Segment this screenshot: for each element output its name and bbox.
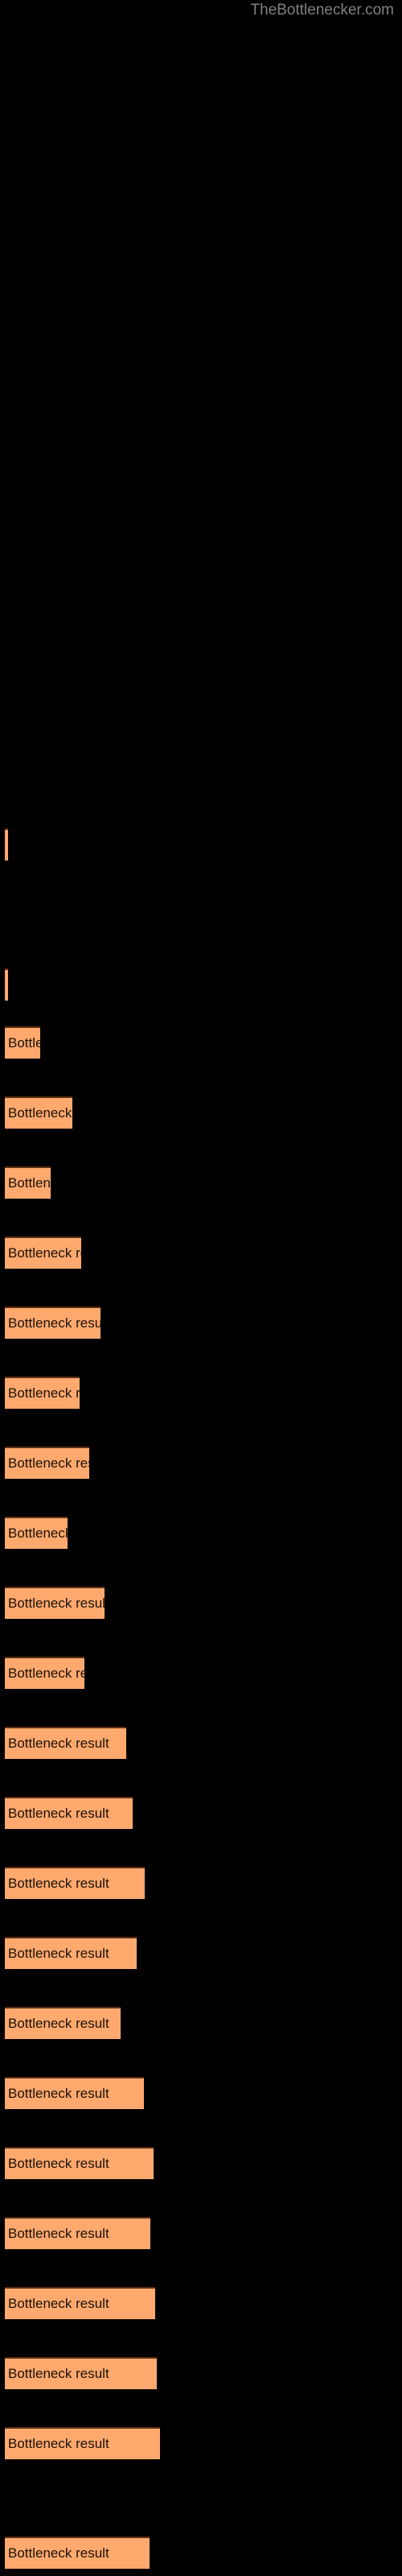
bar-row: Bottleneck result [0,1447,402,1479]
bar-row: Bottleneck result [0,1727,402,1759]
bar-row: Bottleneck result [0,2007,402,2039]
chart-bar [5,1377,80,1409]
bar-row: Bottleneck result [0,2077,402,2109]
chart-bar [5,1166,51,1199]
bar-row: Bottleneck result [0,1867,402,1899]
bar-row: Bottleneck result [0,2537,402,2569]
chart-bar [5,1657,84,1689]
bar-row: Bottleneck result [0,1307,402,1339]
bar-row [0,828,402,861]
chart-bar [5,1307,100,1339]
chart-bar [5,1727,126,1759]
chart-bar [5,1867,145,1899]
bar-row: Bottleneck result [0,1797,402,1829]
chart-bar [5,2287,155,2319]
bar-row: Bottleneck result [0,1657,402,1689]
bar-row: Bottleneck result [0,2357,402,2389]
bar-row: Bottleneck result [0,1236,402,1269]
chart-bar [5,2357,157,2389]
bar-row: Bottleneck result [0,2287,402,2319]
bar-row: Bottleneck result [0,1377,402,1409]
chart-bar [5,2427,160,2459]
bar-row: Bottleneck result [0,1026,402,1059]
chart-bar [5,1236,81,1269]
bar-row: Bottleneck result [0,2427,402,2459]
bottleneck-bar-chart: Bottleneck result Bottleneck result Bottle… [0,0,402,2576]
bar-row: Bottleneck result [0,1937,402,1969]
bar-row [0,968,402,1001]
chart-bar [5,2147,154,2179]
bar-row: Bottleneck result [0,1096,402,1129]
chart-bar [5,2217,150,2249]
chart-bar [5,1447,89,1479]
chart-bar [5,1026,40,1059]
chart-bar [5,2077,144,2109]
bar-row: Bottleneck result [0,1587,402,1619]
chart-bar [5,2007,121,2039]
chart-bar [5,968,8,1001]
bar-row: Bottleneck result [0,1517,402,1549]
bar-row: Bottleneck result [0,2147,402,2179]
chart-bar [5,1797,133,1829]
chart-bar [5,828,8,861]
chart-bar [5,1096,72,1129]
chart-bar [5,1517,68,1549]
bar-row: Bottleneck result [0,2217,402,2249]
chart-bar [5,1937,137,1969]
bar-row: Bottleneck result [0,1166,402,1199]
chart-bar [5,1587,105,1619]
chart-bar [5,2537,150,2569]
